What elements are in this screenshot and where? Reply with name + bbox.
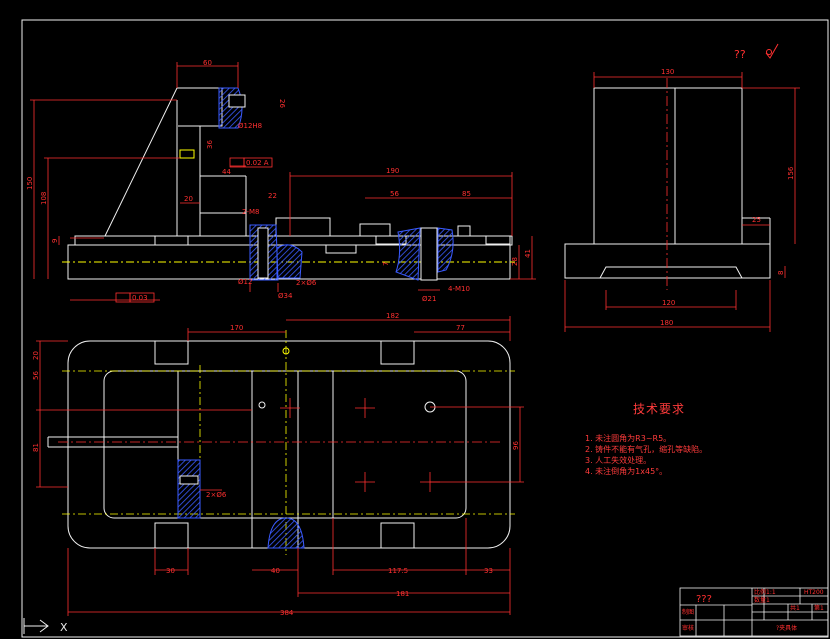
svg-text:33: 33	[484, 567, 493, 575]
svg-text:Ø12: Ø12	[238, 278, 252, 286]
svg-text:数量: 数量	[754, 596, 766, 604]
tech-note-1: 1. 未注圆角为R3~R5。	[585, 434, 672, 443]
svg-text:77: 77	[456, 324, 465, 332]
svg-text:180: 180	[660, 319, 673, 327]
svg-text:Ø21: Ø21	[422, 295, 436, 303]
svg-text:4-M10: 4-M10	[448, 285, 470, 293]
svg-text:182: 182	[386, 312, 399, 320]
roughness-symbol	[765, 43, 779, 59]
tech-note-2: 2. 铸件不能有气孔，缩孔等缺陷。	[585, 445, 708, 454]
cad-drawing: 60 26 Ø12H8 36 0.02 A 44 20 22 2-M8 190 …	[21, 19, 829, 638]
svg-text:85: 85	[462, 190, 471, 198]
svg-text:170: 170	[230, 324, 243, 332]
svg-text:22: 22	[268, 192, 277, 200]
svg-text:20: 20	[32, 351, 40, 360]
svg-text:25: 25	[752, 216, 761, 224]
svg-text:96: 96	[512, 441, 520, 450]
plan-view	[47, 340, 511, 549]
svg-text:108: 108	[40, 192, 48, 205]
svg-text:7: 7	[382, 262, 390, 266]
svg-text:2×Ø6: 2×Ø6	[206, 491, 227, 499]
svg-text:8: 8	[777, 271, 785, 275]
svg-text:1:1: 1:1	[766, 589, 776, 596]
svg-text:130: 130	[661, 68, 674, 76]
svg-text:9: 9	[51, 239, 59, 243]
svg-text:2×Ø6: 2×Ø6	[296, 279, 317, 287]
svg-text:Ø34: Ø34	[278, 292, 293, 300]
tech-note-3: 3. 人工失效处理。	[585, 456, 652, 465]
svg-text:28: 28	[511, 257, 519, 266]
side-dim-text: 130 156 25 8 120 180	[660, 68, 795, 327]
svg-text:第1: 第1	[814, 604, 824, 612]
svg-text:117.5: 117.5	[388, 567, 408, 575]
ucs-axis-icon	[23, 618, 49, 634]
front-hatching	[179, 87, 454, 281]
svg-text:20: 20	[184, 195, 193, 203]
svg-text:0.03: 0.03	[132, 294, 148, 302]
drawing-frame	[21, 19, 829, 638]
svg-text:36: 36	[206, 140, 214, 149]
svg-text:26: 26	[278, 99, 286, 108]
technical-requirements: 技术要求 1. 未注圆角为R3~R5。 2. 铸件不能有气孔，缩孔等缺陷。 3.…	[585, 400, 815, 477]
svg-text:56: 56	[32, 371, 40, 380]
svg-text:41: 41	[524, 249, 532, 258]
plan-dim-text: 170 182 77 20 56 81 96 30 40 117.5 33 18…	[32, 312, 520, 617]
svg-text:制图: 制图	[682, 608, 694, 616]
svg-text:30: 30	[166, 567, 175, 575]
svg-text:Ø12H8: Ø12H8	[238, 122, 262, 130]
svg-text:2-M8: 2-M8	[242, 208, 259, 216]
axis-x-label: X	[60, 621, 68, 634]
svg-text:0.02 A: 0.02 A	[246, 159, 269, 167]
svg-text:181: 181	[396, 590, 409, 598]
svg-text:56: 56	[390, 190, 399, 198]
svg-text:40: 40	[271, 567, 280, 575]
svg-text:审核: 审核	[682, 624, 694, 632]
svg-text:???: ???	[696, 594, 712, 605]
svg-text:384: 384	[280, 609, 294, 617]
title-block-text: ??? 比例 1:1 数量 1 共1 第1 HT200 制图 审核 ?夹具体	[682, 588, 824, 632]
plan-dimensions	[36, 316, 524, 616]
tech-requirements-title: 技术要求	[633, 402, 686, 416]
svg-text:共1: 共1	[790, 604, 800, 612]
svg-text:44: 44	[222, 168, 231, 176]
svg-text:190: 190	[386, 167, 399, 175]
tech-note-4: 4. 未注倒角为1x45°。	[585, 467, 668, 476]
svg-text:120: 120	[662, 299, 675, 307]
svg-text:156: 156	[787, 166, 795, 180]
side-dimensions	[564, 72, 800, 332]
top-note: ??	[734, 48, 746, 61]
side-view	[564, 87, 771, 279]
svg-text:比例: 比例	[754, 588, 766, 596]
svg-text:?夹具体: ?夹具体	[776, 624, 797, 632]
svg-text:1: 1	[766, 597, 770, 604]
svg-text:81: 81	[32, 443, 40, 452]
svg-text:60: 60	[203, 59, 212, 67]
svg-text:150: 150	[26, 177, 34, 190]
svg-text:HT200: HT200	[804, 589, 824, 596]
